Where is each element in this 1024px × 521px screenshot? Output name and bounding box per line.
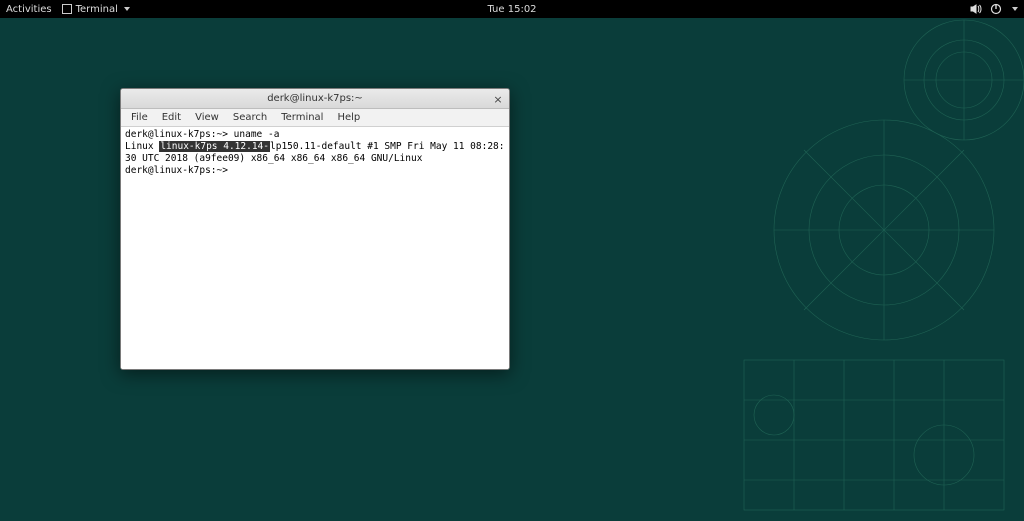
system-status-area[interactable] <box>970 3 1018 15</box>
terminal-output[interactable]: derk@linux-k7ps:~> uname -a Linux linux-… <box>121 127 509 369</box>
terminal-window[interactable]: derk@linux-k7ps:~ × File Edit View Searc… <box>120 88 510 370</box>
menu-view[interactable]: View <box>189 111 225 124</box>
app-menu-label: Terminal <box>76 4 118 15</box>
app-menu[interactable]: Terminal <box>62 4 130 15</box>
top-panel: Activities Terminal Tue 15:02 <box>0 0 1024 18</box>
command-text: uname -a <box>234 129 280 140</box>
volume-icon <box>970 3 982 15</box>
prompt: derk@linux-k7ps:~> <box>125 129 234 140</box>
highlighted-text: linux-k7ps 4.12.14- <box>159 141 270 152</box>
menu-help[interactable]: Help <box>331 111 366 124</box>
menu-terminal[interactable]: Terminal <box>275 111 329 124</box>
menu-file[interactable]: File <box>125 111 154 124</box>
close-icon: × <box>493 93 502 106</box>
activities-button[interactable]: Activities <box>6 4 52 15</box>
chevron-down-icon <box>124 7 130 11</box>
chevron-down-icon <box>1012 7 1018 11</box>
power-icon <box>990 3 1002 15</box>
close-button[interactable]: × <box>491 92 505 106</box>
window-titlebar[interactable]: derk@linux-k7ps:~ × <box>121 89 509 109</box>
window-title: derk@linux-k7ps:~ <box>267 93 363 104</box>
menu-search[interactable]: Search <box>227 111 273 124</box>
terminal-app-icon <box>62 4 72 14</box>
clock[interactable]: Tue 15:02 <box>487 4 536 15</box>
menu-edit[interactable]: Edit <box>156 111 187 124</box>
output-text: Linux <box>125 141 159 152</box>
wallpaper-decoration <box>704 0 1024 521</box>
menubar: File Edit View Search Terminal Help <box>121 109 509 127</box>
prompt: derk@linux-k7ps:~> <box>125 165 234 176</box>
